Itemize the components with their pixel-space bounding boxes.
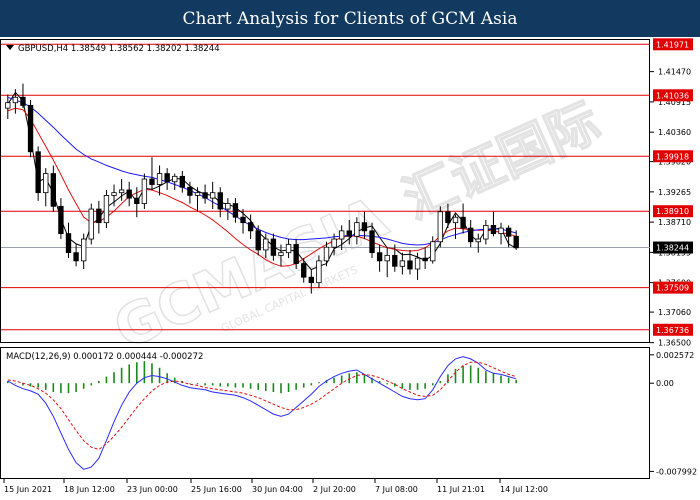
price-pane-frame	[0, 39, 650, 343]
candle	[35, 146, 41, 201]
macd-histogram-bar	[128, 364, 131, 384]
macd-histogram-bar	[151, 363, 153, 384]
candle	[27, 99, 34, 158]
chart-title-banner: Chart Analysis for Clients of GCM Asia	[0, 0, 700, 37]
price-tick-label: 1.36500	[658, 339, 691, 348]
macd-histogram-bar	[196, 383, 199, 385]
trading-chart: GCMASIA 汇证国际 GLOBAL CAPITAL MARKETS 1.41…	[0, 38, 697, 494]
macd-histogram-bar	[302, 383, 305, 388]
macd-label: MACD(12,26,9) 0.000172 0.000444 -0.00027…	[6, 352, 203, 362]
price-tick-label: 1.39265	[658, 188, 691, 197]
time-tick-label: 18 Jun 12:00	[64, 485, 115, 494]
macd-histogram-bar	[469, 365, 472, 384]
macd-histogram-bar	[462, 365, 464, 384]
macd-histogram-bar	[90, 383, 93, 386]
time-tick-label: 14 Jul 12:00	[500, 485, 548, 494]
macd-histogram-bar	[318, 382, 320, 384]
macd-histogram-bar	[143, 361, 146, 384]
macd-histogram-bar	[52, 383, 55, 393]
macd-histogram-bar	[416, 383, 419, 390]
macd-histogram-bar	[249, 383, 252, 389]
macd-histogram-bar	[264, 383, 267, 391]
macd-histogram-bar	[135, 362, 138, 384]
time-axis: 15 Jun 2021 18 Jun 12:00 23 Jun 00:00 25 Ju…	[3, 479, 548, 494]
level-label: 1.39918	[656, 152, 689, 161]
macd-histogram-bar	[67, 383, 70, 394]
macd-histogram-bar	[424, 383, 426, 389]
level-label: 1.41971	[656, 40, 689, 49]
candle	[437, 206, 443, 248]
time-tick-label: 7 Jul 08:00	[375, 485, 418, 494]
macd-histogram-bar	[485, 371, 487, 384]
time-tick-label: 30 Jun 04:00	[252, 485, 303, 494]
current-price-label: 1.38244	[656, 244, 689, 253]
macd-histogram-bar	[158, 367, 161, 384]
time-tick-label: 2 Jul 20:00	[313, 485, 356, 494]
candle	[88, 203, 94, 245]
macd-histogram-bar	[242, 383, 244, 388]
candle	[141, 173, 148, 210]
macd-histogram-bar	[280, 383, 282, 394]
symbol-info: GBPUSD,H4 1.38549 1.38562 1.38202 1.3824…	[18, 44, 220, 54]
macd-histogram-bar	[257, 383, 260, 390]
macd-histogram-bar	[14, 383, 17, 384]
macd-histogram-bar	[492, 373, 495, 384]
macd-histogram-bar	[60, 383, 62, 394]
price-tick-label: 1.40360	[658, 128, 691, 137]
macd-histogram-bar	[363, 374, 366, 384]
banner-title: Chart Analysis for Clients of GCM Asia	[182, 8, 518, 29]
macd-histogram-bar	[515, 379, 518, 384]
macd-histogram-bar	[105, 376, 108, 384]
macd-histogram-bar	[113, 372, 115, 384]
macd-tick-label: -0.007992	[656, 467, 697, 476]
macd-histogram-bar	[431, 383, 434, 386]
macd-tick-label: 0.00	[656, 379, 674, 388]
level-label: 1.38910	[656, 207, 689, 216]
macd-histogram-bar	[204, 383, 206, 386]
macd-histogram-bar	[507, 377, 510, 384]
macd-histogram-bar	[409, 383, 411, 390]
time-tick-label: 25 Jun 16:00	[191, 485, 242, 494]
price-tick-label: 1.37060	[658, 308, 691, 317]
level-label: 1.37509	[656, 284, 689, 293]
macd-histogram-bar	[98, 381, 100, 384]
macd-histogram-bar	[272, 383, 275, 393]
macd-histogram-bar	[310, 383, 313, 386]
macd-histogram-bar	[37, 383, 39, 388]
time-tick-label: 23 Jun 00:00	[127, 485, 178, 494]
macd-histogram-bar	[439, 381, 442, 384]
macd-histogram-bar	[234, 383, 237, 388]
macd-tick-label: 0.002572	[656, 351, 694, 360]
macd-histogram-bar	[75, 383, 77, 393]
price-axis: 1.414701.409151.403601.398201.392651.387…	[650, 38, 693, 348]
macd-histogram-bar	[295, 383, 297, 390]
macd-histogram-bar	[44, 383, 47, 390]
level-label: 1.41036	[656, 91, 689, 100]
macd-histogram-bar	[454, 368, 457, 384]
macd-histogram-bar	[82, 383, 85, 389]
time-tick-label: 15 Jun 2021	[4, 485, 52, 494]
macd-histogram-bar	[477, 367, 480, 384]
macd-histogram-bar	[333, 377, 335, 384]
macd-histogram-bar	[356, 372, 358, 384]
macd-axis: 0.002572 0.00 -0.007992	[650, 351, 697, 476]
macd-histogram-bar	[227, 383, 229, 387]
level-label: 1.36736	[656, 326, 689, 335]
macd-histogram-bar	[211, 383, 214, 386]
macd-histogram-bar	[340, 375, 343, 384]
price-tick-label: 1.38710	[658, 218, 691, 227]
macd-histogram-bar	[386, 383, 389, 385]
macd-histogram-bar	[500, 375, 502, 384]
candle	[103, 189, 110, 229]
macd-histogram-bar	[189, 383, 191, 384]
macd-histogram-bar	[219, 383, 222, 387]
macd-histogram-bar	[287, 383, 290, 393]
price-tick-label: 1.41470	[658, 68, 691, 77]
time-tick-label: 11 Jul 21:01	[437, 485, 485, 494]
macd-histogram-bar	[120, 367, 123, 384]
